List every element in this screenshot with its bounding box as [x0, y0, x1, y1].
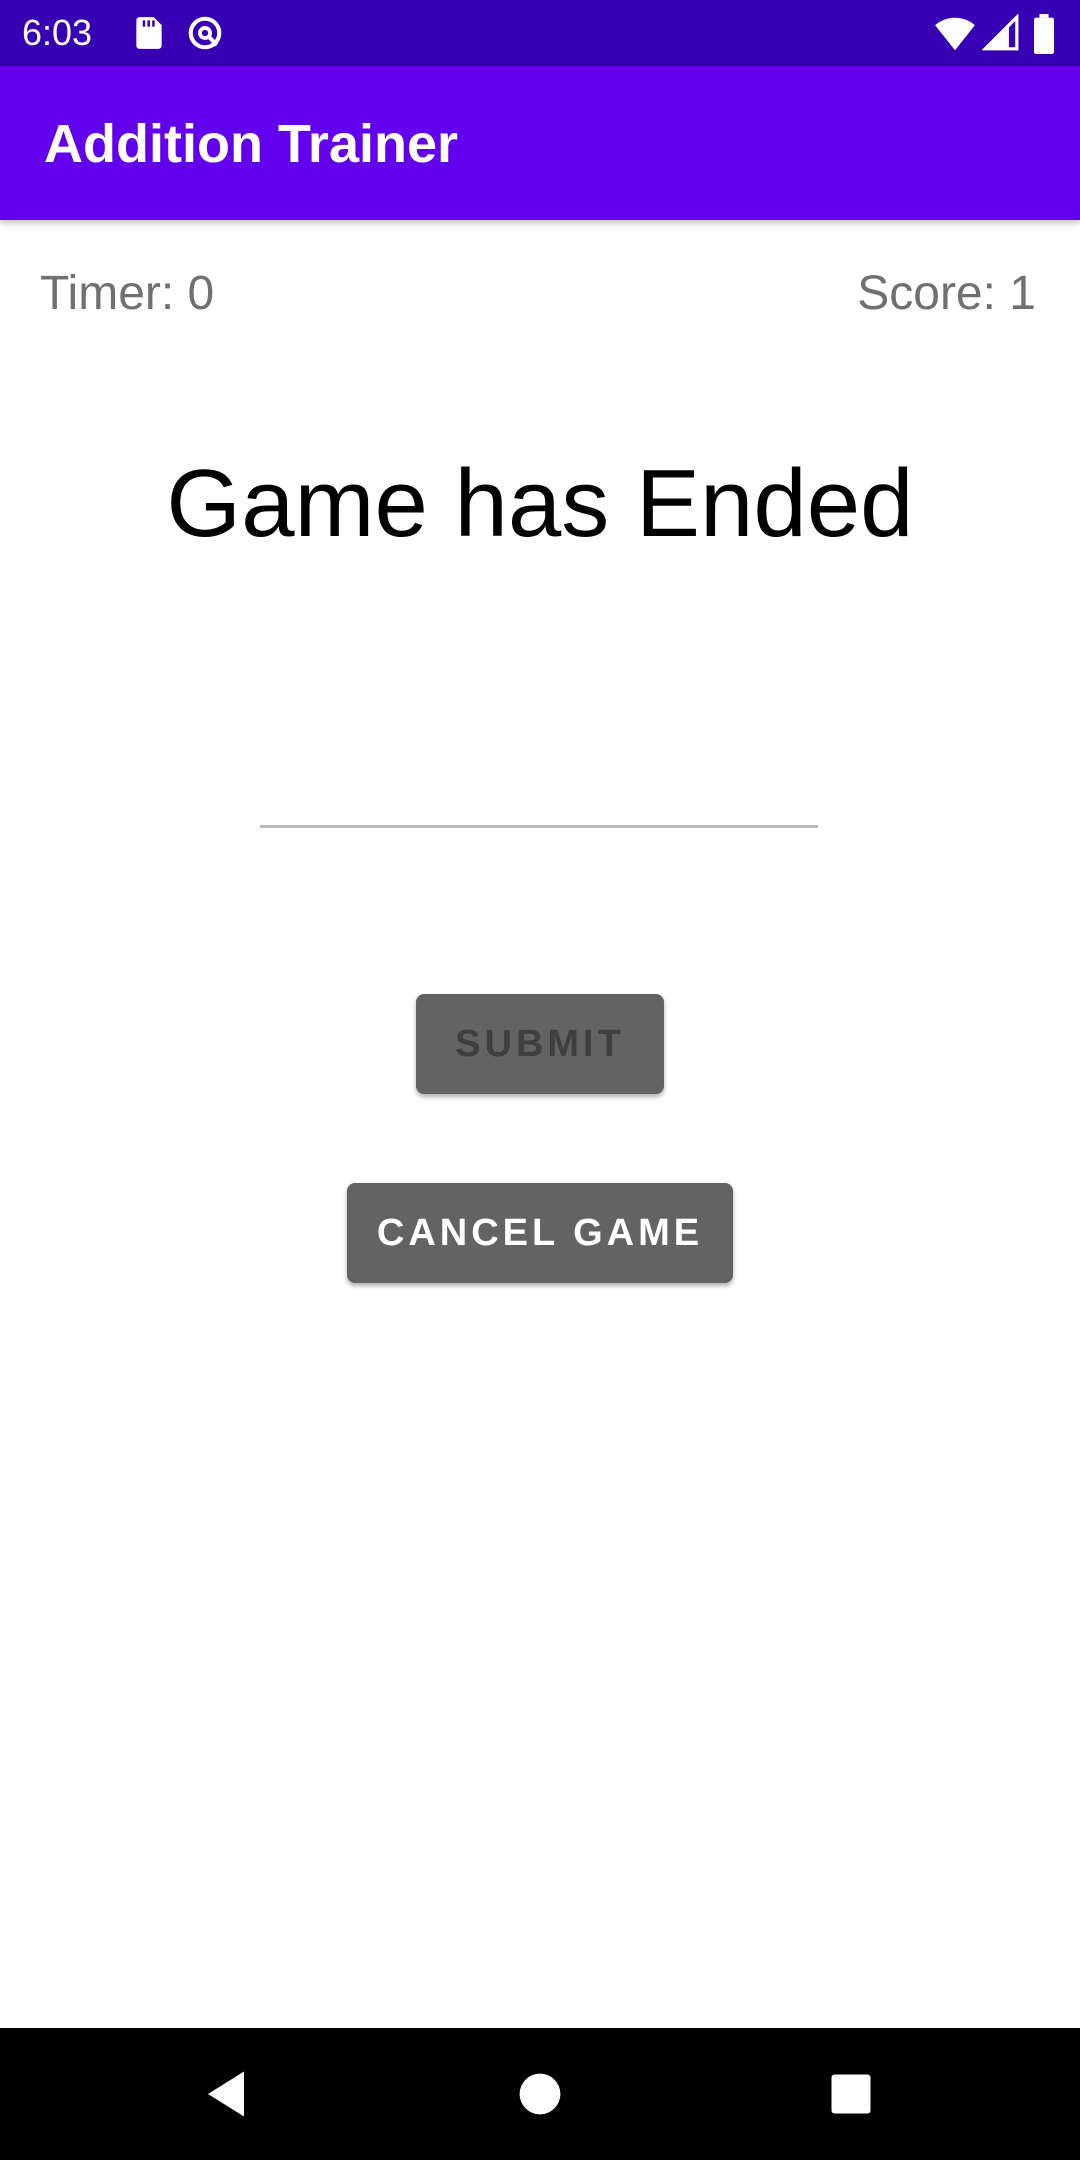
score-label: Score: 1 — [857, 267, 1036, 320]
app-title: Addition Trainer — [44, 114, 459, 174]
answer-input[interactable] — [260, 748, 818, 828]
submit-button[interactable]: SUBMIT — [416, 994, 664, 1094]
back-icon[interactable] — [190, 2058, 262, 2130]
screen: 6:03 Addition Trainer Timer: 0 Score: 1 … — [0, 0, 1080, 2160]
battery-icon — [1032, 14, 1058, 54]
home-icon[interactable] — [504, 2058, 576, 2130]
sd-card-icon — [130, 14, 168, 52]
signal-icon — [981, 13, 1020, 52]
navigation-bar — [0, 2028, 1080, 2160]
question-text: Game has Ended — [166, 450, 914, 557]
recents-icon[interactable] — [815, 2058, 887, 2130]
wifi-icon — [934, 14, 975, 52]
cancel-game-button[interactable]: CANCEL GAME — [347, 1183, 733, 1283]
app-bar: Addition Trainer — [0, 66, 1080, 220]
data-saver-icon — [186, 14, 224, 52]
status-time: 6:03 — [22, 12, 93, 53]
status-bar: 6:03 — [0, 0, 1080, 66]
timer-label: Timer: 0 — [40, 267, 215, 320]
